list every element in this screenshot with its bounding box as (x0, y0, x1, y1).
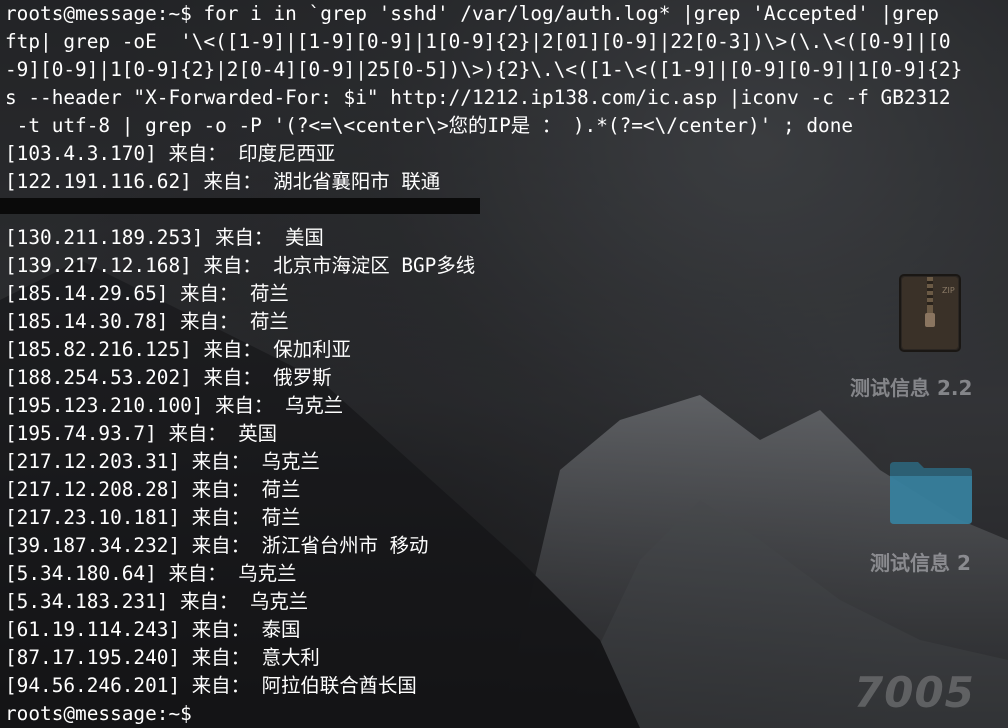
terminal-output-line: [195.123.210.100] 来自： 乌克兰 (5, 394, 344, 417)
terminal-output-line: [5.34.183.231] 来自： 乌克兰 (5, 590, 309, 613)
terminal-output-line: [195.74.93.7] 来自： 英国 (5, 422, 278, 445)
watermark-logo: 7005 (854, 668, 975, 717)
terminal-line-command-5: -t utf-8 | grep -o -P '(?<=\<center\>您的I… (5, 114, 854, 137)
terminal-line-command-2: ftp| grep -oE '\<([1-9]|[1-9][0-9]|1[0-9… (5, 30, 951, 53)
terminal-output: roots@message:~$ for i in `grep 'sshd' /… (5, 0, 962, 728)
zip-archive-icon[interactable]: ZIP (898, 273, 962, 353)
svg-text:ZIP: ZIP (942, 286, 955, 295)
redaction-bar (0, 198, 480, 214)
terminal-output-line: [188.254.53.202] 来自： 俄罗斯 (5, 366, 332, 389)
terminal-output-line: [217.23.10.181] 来自： 荷兰 (5, 506, 301, 529)
terminal-output-line: [217.12.208.28] 来自： 荷兰 (5, 478, 301, 501)
terminal-output-line: [130.211.189.253] 来自： 美国 (5, 226, 324, 249)
terminal-output-line: [217.12.203.31] 来自： 乌克兰 (5, 450, 320, 473)
terminal-output-line: [5.34.180.64] 来自： 乌克兰 (5, 562, 297, 585)
terminal-output-line: [185.82.216.125] 来自： 保加利亚 (5, 338, 351, 361)
terminal-output-line: [185.14.30.78] 来自： 荷兰 (5, 310, 289, 333)
desktop-icon-label[interactable]: 测试信息 2.2 (850, 372, 972, 401)
terminal-line-command-4: s --header "X-Forwarded-For: $i" http://… (5, 86, 951, 109)
terminal-prompt[interactable]: roots@message:~$ (5, 700, 962, 728)
terminal-output-line: [103.4.3.170] 来自： 印度尼西亚 (5, 142, 336, 165)
folder-icon[interactable] (888, 456, 974, 526)
terminal-output-line: [94.56.246.201] 来自： 阿拉伯联合酋长国 (5, 674, 417, 697)
desktop-icon-label[interactable]: 测试信息 2 (870, 547, 971, 576)
terminal-line-command-1: roots@message:~$ for i in `grep 'sshd' /… (5, 2, 939, 25)
terminal-output-line: [39.187.34.232] 来自： 浙江省台州市 移动 (5, 534, 429, 557)
terminal-output-line: [61.19.114.243] 来自： 泰国 (5, 618, 301, 641)
terminal-line-command-3: -9][0-9]|1[0-9]{2}|2[0-4][0-9]|25[0-5])\… (5, 58, 963, 81)
terminal-window[interactable]: roots@message:~$ for i in `grep 'sshd' /… (0, 0, 1008, 728)
terminal-output-line: [122.191.116.62] 来自： 湖北省襄阳市 联通 (5, 170, 441, 193)
terminal-output-line: [139.217.12.168] 来自： 北京市海淀区 BGP多线 (5, 254, 476, 277)
terminal-output-line: [87.17.195.240] 来自： 意大利 (5, 646, 320, 669)
terminal-output-line: [185.14.29.65] 来自： 荷兰 (5, 282, 289, 305)
